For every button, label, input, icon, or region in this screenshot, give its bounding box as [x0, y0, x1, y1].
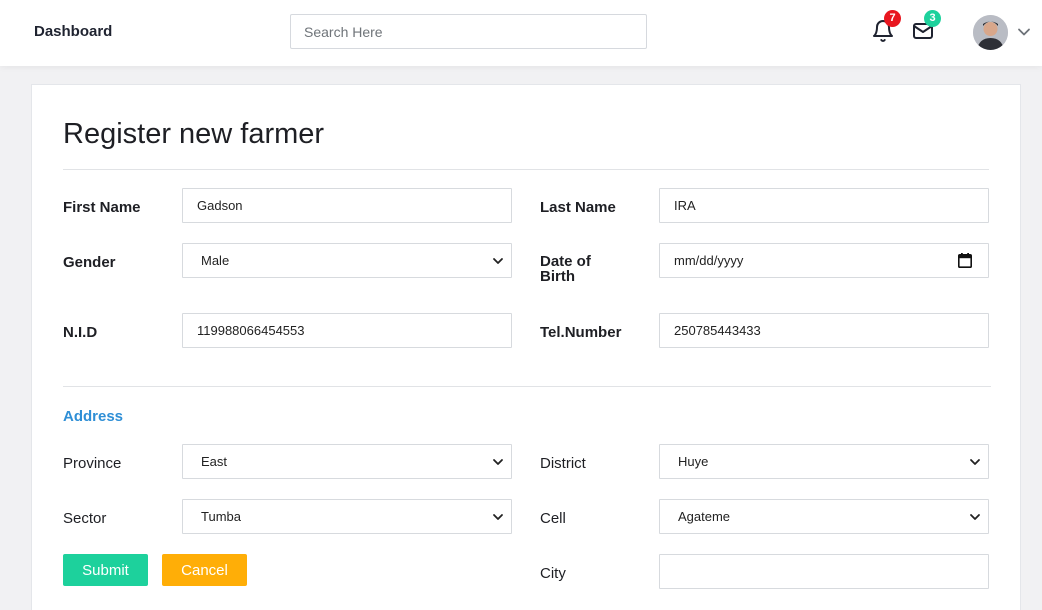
messages-button[interactable]: 3	[911, 10, 941, 43]
date-of-birth-label: Date of Birth	[540, 254, 591, 284]
register-farmer-card: Register new farmer First Name Last Name…	[31, 84, 1021, 610]
notifications-button[interactable]: 7	[871, 10, 901, 43]
address-divider	[63, 386, 991, 387]
province-select[interactable]: East	[182, 444, 512, 479]
user-avatar[interactable]	[973, 15, 1008, 50]
calendar-icon[interactable]	[958, 253, 972, 268]
user-menu-chevron-icon[interactable]	[1017, 26, 1031, 38]
chevron-down-icon	[493, 258, 503, 264]
chevron-down-icon	[970, 459, 980, 465]
address-heading: Address	[63, 408, 124, 425]
message-count-badge: 3	[924, 10, 941, 27]
chevron-down-icon	[493, 459, 503, 465]
chevron-down-icon	[970, 514, 980, 520]
brand-title[interactable]: Dashboard	[34, 23, 112, 40]
nid-label: N.I.D	[63, 324, 98, 341]
gender-select[interactable]: Male	[182, 243, 512, 278]
gender-selected-value: Male	[201, 253, 230, 268]
page-title: Register new farmer	[63, 118, 325, 150]
date-of-birth-input[interactable]: mm/dd/yyyy	[659, 243, 989, 278]
sector-label: Sector	[63, 510, 107, 527]
city-label: City	[540, 565, 566, 582]
first-name-input[interactable]	[182, 188, 512, 223]
city-input[interactable]	[659, 554, 989, 589]
dob-placeholder: mm/dd/yyyy	[674, 253, 744, 268]
cell-select[interactable]: Agateme	[659, 499, 989, 534]
last-name-input[interactable]	[659, 188, 989, 223]
district-selected-value: Huye	[678, 454, 709, 469]
dob-label-line1: Date of	[540, 253, 591, 270]
submit-button[interactable]: Submit	[63, 554, 148, 586]
district-label: District	[540, 455, 586, 472]
search-input[interactable]	[290, 14, 647, 49]
sector-selected-value: Tumba	[201, 509, 241, 524]
dob-label-line2: Birth	[540, 268, 575, 285]
cell-selected-value: Agateme	[678, 509, 731, 524]
sector-select[interactable]: Tumba	[182, 499, 512, 534]
province-selected-value: East	[201, 454, 228, 469]
cancel-button[interactable]: Cancel	[162, 554, 247, 586]
first-name-label: First Name	[63, 199, 141, 216]
district-select[interactable]: Huye	[659, 444, 989, 479]
notification-count-badge: 7	[884, 10, 901, 27]
top-navbar: Dashboard 7 3	[0, 0, 1042, 66]
avatar-photo-icon	[973, 15, 1008, 50]
tel-number-label: Tel.Number	[540, 324, 622, 341]
title-divider	[63, 169, 989, 170]
chevron-down-icon	[493, 514, 503, 520]
nid-input[interactable]	[182, 313, 512, 348]
gender-label: Gender	[63, 254, 116, 271]
cell-label: Cell	[540, 510, 566, 527]
province-label: Province	[63, 455, 122, 472]
tel-number-input[interactable]	[659, 313, 989, 348]
last-name-label: Last Name	[540, 199, 616, 216]
